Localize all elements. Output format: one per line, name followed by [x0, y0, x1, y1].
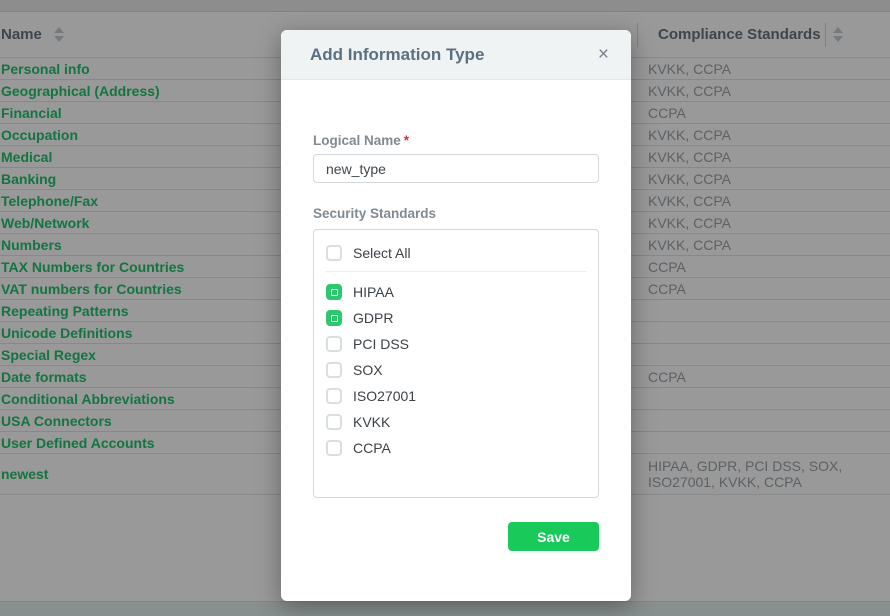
standard-option-row[interactable]: PCI DSS — [326, 331, 586, 357]
standard-option-row[interactable]: CCPA — [326, 435, 586, 461]
checkbox-label: HIPAA — [353, 284, 394, 300]
logical-name-label: Logical Name* — [313, 133, 599, 148]
checkbox[interactable] — [326, 414, 342, 430]
standards-options: HIPAA GDPR PCI DSS SOX ISO27001 KVKK CCP… — [326, 279, 586, 461]
checkbox[interactable] — [326, 336, 342, 352]
save-button[interactable]: Save — [508, 522, 599, 551]
checkbox-label: Select All — [353, 245, 411, 261]
checkbox-label: GDPR — [353, 310, 393, 326]
dialog-body: Logical Name* Security Standards Select … — [281, 133, 631, 551]
checkbox[interactable] — [326, 440, 342, 456]
standard-option-row[interactable]: HIPAA — [326, 279, 586, 305]
standard-option-row[interactable]: GDPR — [326, 305, 586, 331]
checkbox-label: SOX — [353, 362, 383, 378]
checkbox-label: ISO27001 — [353, 388, 416, 404]
dialog-header: Add Information Type × — [281, 30, 631, 80]
dialog-title: Add Information Type — [310, 45, 484, 65]
checkbox-label: CCPA — [353, 440, 391, 456]
checkbox-label: PCI DSS — [353, 336, 409, 352]
dialog-actions: Save — [313, 522, 599, 551]
standard-option-row[interactable]: KVKK — [326, 409, 586, 435]
standard-option-row[interactable]: ISO27001 — [326, 383, 586, 409]
standard-option-row[interactable]: SOX — [326, 357, 586, 383]
logical-name-input[interactable] — [313, 154, 599, 183]
checkbox[interactable] — [326, 284, 342, 300]
checkbox[interactable] — [326, 388, 342, 404]
list-divider — [326, 271, 586, 272]
checkbox-label: KVKK — [353, 414, 390, 430]
select-all-row[interactable]: Select All — [326, 241, 586, 265]
security-standards-label: Security Standards — [313, 206, 599, 221]
select-all-checkbox[interactable] — [326, 245, 342, 261]
close-icon[interactable]: × — [594, 43, 613, 66]
add-information-type-dialog: Add Information Type × Logical Name* Sec… — [281, 30, 631, 601]
checkbox[interactable] — [326, 310, 342, 326]
required-marker: * — [404, 133, 409, 148]
checkbox[interactable] — [326, 362, 342, 378]
standards-list: Select All HIPAA GDPR PCI DSS SOX ISO270… — [313, 229, 599, 498]
